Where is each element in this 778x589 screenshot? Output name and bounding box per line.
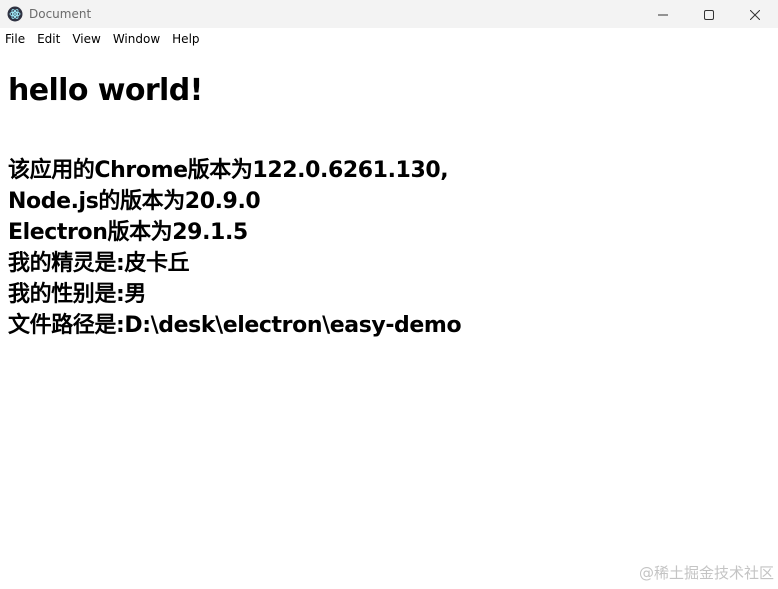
chrome-version-line: 该应用的Chrome版本为122.0.6261.130, (8, 158, 449, 183)
file-path-line: 文件路径是:D:\desk\electron\easy-demo (8, 313, 462, 338)
window-controls (640, 0, 778, 28)
maximize-icon (704, 5, 714, 24)
menu-bar: File Edit View Window Help (0, 28, 778, 50)
app-window: Document File Edit View Window Help hell… (0, 0, 778, 589)
node-version-line: Node.js的版本为20.9.0 (8, 189, 261, 214)
page-heading: hello world! (8, 73, 203, 108)
sprite-line: 我的精灵是:皮卡丘 (8, 251, 190, 276)
page-content: hello world! 该应用的Chrome版本为122.0.6261.130… (8, 50, 770, 341)
menu-help[interactable]: Help (166, 28, 205, 50)
window-title: Document (29, 7, 92, 21)
menu-file[interactable]: File (0, 28, 31, 50)
electron-version-line: Electron版本为29.1.5 (8, 220, 248, 245)
minimize-icon (658, 5, 668, 24)
menu-window[interactable]: Window (107, 28, 166, 50)
watermark: @稀土掘金技术社区 (638, 564, 774, 582)
gender-line: 我的性别是:男 (8, 282, 146, 307)
menu-edit[interactable]: Edit (31, 28, 66, 50)
menu-view[interactable]: View (66, 28, 106, 50)
electron-atom-icon (7, 6, 23, 22)
close-button[interactable] (732, 0, 778, 28)
close-icon (749, 5, 761, 24)
info-block: 该应用的Chrome版本为122.0.6261.130, Node.js的版本为… (8, 155, 770, 341)
maximize-button[interactable] (686, 0, 732, 28)
title-bar[interactable]: Document (0, 0, 778, 28)
minimize-button[interactable] (640, 0, 686, 28)
